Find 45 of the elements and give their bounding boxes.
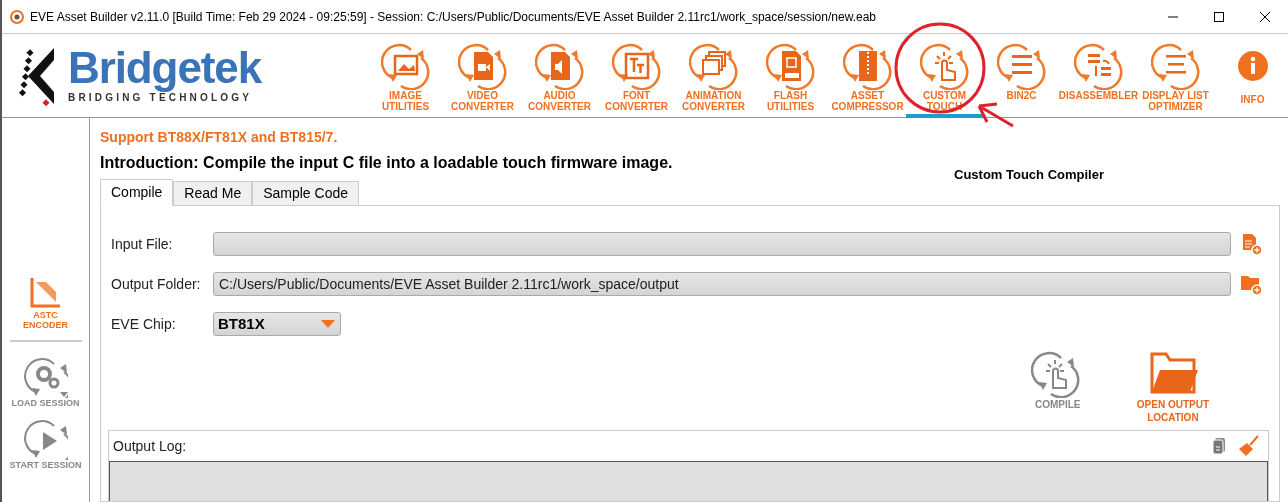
toolbar-button[interactable]: INFO [1214, 33, 1288, 118]
field-label: Input File: [111, 234, 174, 254]
toolbar-button[interactable]: ASSET COMPRESSOR [829, 33, 906, 118]
open-output-button[interactable]: OPEN OUTPUT LOCATION [1136, 348, 1209, 430]
toolbar-label: DISPLAY LIST OPTIMIZER [1142, 89, 1209, 112]
toolbar-label: FLASH UTILITIES [766, 89, 815, 112]
toolbar-button[interactable]: ANIMATION CONVERTER [675, 33, 752, 118]
toolbar-label: ANIMATION CONVERTER [682, 89, 745, 112]
toolbar-label: AUDIO CONVERTER [528, 89, 591, 112]
toolbar-label: ASSET COMPRESSOR [831, 89, 904, 112]
brand-name: Bridgetek [68, 46, 262, 90]
path-field[interactable] [213, 232, 1231, 256]
toolbar-button[interactable]: AUDIO CONVERTER [521, 33, 598, 118]
field-label: EVE Chip: [111, 314, 177, 334]
path-field[interactable]: C:/Users/Public/Documents/EVE Asset Builder 2.11rc1/work_space/output [213, 272, 1231, 296]
tab[interactable]: Compile [100, 179, 174, 206]
app-icon [10, 9, 24, 24]
chip-dropdown[interactable]: BT81X [213, 312, 341, 336]
field-label: Output Folder: [111, 274, 202, 294]
toolbar-button[interactable]: DISASSEMBLER [1060, 33, 1137, 118]
toolbar-button[interactable]: IMAGE UTILITIES [367, 33, 444, 118]
window-title: EVE Asset Builder v2.11.0 [Build Time: Feb 29 2024 - 09:25:59] - Session: C:/Users/Public/Documents/EVE Asset Builder 2.11rc1/work_space/session/new.eab [30, 8, 876, 26]
document-icon[interactable] [1212, 437, 1226, 455]
toolbar-label: VIDEO CONVERTER [451, 89, 514, 112]
toolbar-label: IMAGE UTILITIES [381, 89, 430, 112]
annotation-text: Custom Touch Compiler [954, 166, 1104, 184]
tab[interactable]: Read Me [173, 181, 253, 206]
tab[interactable]: Sample Code [252, 181, 359, 206]
toolbar-button[interactable]: FONT CONVERTER [598, 33, 675, 118]
toolbar-button[interactable]: BIN2C [983, 33, 1060, 118]
toolbar-label: FONT CONVERTER [605, 89, 668, 112]
info-icon [1236, 49, 1269, 82]
caret-icon [320, 319, 336, 329]
toolbar-label: DISASSEMBLER [1058, 89, 1139, 101]
output-log-label: Output Log: [113, 436, 187, 456]
toolbar-button[interactable]: DISPLAY LIST OPTIMIZER [1137, 33, 1214, 118]
brand-tagline: BRIDGING TECHNOLOGY [68, 92, 254, 105]
sidebar-button[interactable]: ASTC ENCODER [9, 274, 82, 342]
broom-icon[interactable] [1238, 435, 1260, 457]
toolbar-label: INFO [1240, 93, 1265, 105]
introduction-text: Introduction: Compile the input C file into a loadable touch firmware image. [100, 153, 674, 173]
toolbar-label: BIN2C [1006, 89, 1037, 101]
toolbar-button[interactable]: VIDEO CONVERTER [444, 33, 521, 118]
support-note: Support BT88X/FT81X and BT815/7. [100, 128, 339, 146]
toolbar-button[interactable]: FLASH UTILITIES [752, 33, 829, 118]
